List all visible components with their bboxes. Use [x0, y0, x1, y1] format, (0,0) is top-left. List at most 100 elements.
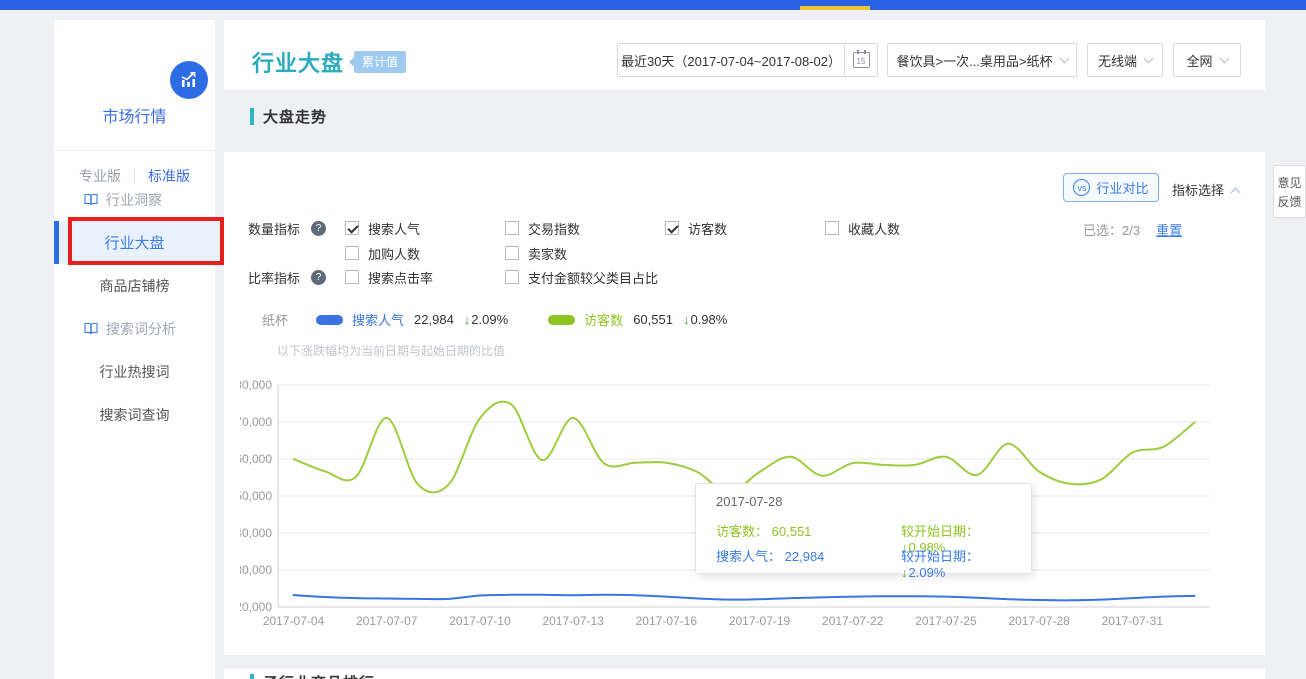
y-axis-label: 60,000	[240, 452, 272, 466]
checkbox-label: 支付金额较父类目占比	[528, 268, 658, 287]
metric-row-ratio: 比率指标 ? 搜索点击率 支付金额较父类目占比	[248, 269, 658, 285]
tooltip-date: 2017-07-28	[716, 494, 783, 509]
chevron-down-icon	[1059, 53, 1069, 63]
chart-tooltip: 2017-07-28 访客数： 60,551 较开始日期： ↓0.98% 搜索人…	[695, 483, 1032, 574]
sidebar-group-search-word-analysis[interactable]: 搜索词分析	[54, 307, 215, 350]
checkbox-icon	[505, 270, 519, 284]
section-header-trend: 大盘走势	[250, 106, 327, 127]
page-root: 市场行情 专业版 标准版 行业洞察 行业大盘 商品店铺榜	[0, 0, 1306, 679]
chevron-up-icon	[1231, 187, 1241, 197]
tooltip-compare-label: 较开始日期：	[901, 524, 979, 539]
chevron-down-icon	[1144, 53, 1154, 63]
top-nav-active-indicator	[800, 6, 870, 10]
checkbox-icon	[665, 221, 679, 235]
reset-link[interactable]: 重置	[1156, 220, 1182, 239]
terminal-selector[interactable]: 无线端	[1087, 43, 1163, 77]
next-section-panel: 子行业商品排行	[224, 669, 1265, 679]
sidebar-group-industry-insight[interactable]: 行业洞察	[54, 178, 215, 221]
calendar-button[interactable]: 15	[844, 43, 878, 77]
help-icon[interactable]: ?	[311, 270, 326, 285]
sidebar: 市场行情 专业版 标准版 行业洞察 行业大盘 商品店铺榜	[54, 20, 215, 679]
section-header-sub-industry: 子行业商品排行	[250, 672, 375, 679]
x-axis-label: 2017-07-04	[263, 614, 325, 628]
x-axis-label: 2017-07-07	[356, 614, 418, 628]
selected-count-text: 已选：2/3	[1083, 220, 1140, 239]
checkbox-icon	[505, 246, 519, 260]
category-selector[interactable]: 餐饮具>一次...桌用品>纸杯	[887, 43, 1077, 77]
feedback-label-line2: 反馈	[1274, 193, 1305, 212]
industry-compare-button[interactable]: vs 行业对比	[1063, 173, 1159, 202]
legend-category: 纸杯	[262, 310, 288, 329]
category-value: 餐饮具>一次...桌用品>纸杯	[896, 51, 1052, 70]
x-axis-label: 2017-07-13	[542, 614, 604, 628]
cumulative-value-badge: 累计值	[354, 51, 406, 73]
tooltip-compare-label: 较开始日期：	[901, 549, 979, 564]
y-axis-label: 20,000	[240, 600, 272, 614]
checkbox-label: 搜索人气	[368, 219, 420, 238]
trend-panel: vs 行业对比 指标选择 数量指标 ? 搜索人气 交易指数 访客数	[224, 152, 1265, 655]
chart-legend: 纸杯 搜索人气 22,984 ↓ 2.09% 访客数 60,551 ↓ 0.98…	[262, 310, 767, 329]
checkbox-add-cart[interactable]: 加购人数	[345, 244, 505, 263]
legend-series-name[interactable]: 访客数	[584, 310, 623, 329]
ratio-metrics-label: 比率指标	[248, 268, 307, 287]
compare-button-label: 行业对比	[1096, 178, 1148, 197]
checkbox-payment-ratio[interactable]: 支付金额较父类目占比	[505, 268, 658, 287]
quantity-metrics-label: 数量指标	[248, 219, 307, 238]
x-axis-label: 2017-07-28	[1008, 614, 1070, 628]
sidebar-item-search-word-query[interactable]: 搜索词查询	[54, 393, 215, 436]
vs-icon: vs	[1073, 179, 1090, 196]
sidebar-item-label: 行业洞察	[106, 190, 162, 210]
page-header: 行业大盘 累计值 最近30天（2017-07-04~2017-08-02） 15…	[224, 20, 1265, 90]
tooltip-value: 22,984	[785, 549, 825, 564]
checkbox-favorites[interactable]: 收藏人数	[825, 219, 985, 238]
down-arrow-icon: ↓	[464, 312, 471, 327]
checkbox-label: 搜索点击率	[368, 268, 433, 287]
sidebar-item-industry-overview[interactable]: 行业大盘	[54, 221, 215, 264]
tooltip-change: 2.09%	[909, 565, 946, 580]
network-selector[interactable]: 全网	[1173, 43, 1241, 77]
y-axis-label: 70,000	[240, 415, 272, 429]
top-nav-bar	[0, 0, 1306, 10]
section-title: 子行业商品排行	[263, 672, 375, 679]
sidebar-item-hot-search-words[interactable]: 行业热搜词	[54, 350, 215, 393]
legend-series-change: 2.09%	[471, 312, 508, 327]
x-axis-label: 2017-07-16	[636, 614, 698, 628]
checkbox-label: 交易指数	[528, 219, 580, 238]
metric-row-quantity-2: 加购人数 卖家数	[248, 245, 665, 261]
checkbox-label: 卖家数	[528, 244, 567, 263]
series-line-1	[294, 595, 1195, 601]
feedback-tab[interactable]: 意见 反馈	[1273, 165, 1306, 218]
sidebar-item-product-shop-ranking[interactable]: 商品店铺榜	[54, 264, 215, 307]
chevron-down-icon	[1219, 53, 1229, 63]
x-axis-label: 2017-07-19	[729, 614, 791, 628]
book-icon	[84, 193, 98, 206]
legend-pill-blue	[316, 315, 343, 325]
date-range-selector[interactable]: 最近30天（2017-07-04~2017-08-02）	[617, 43, 845, 77]
checkbox-search-popularity[interactable]: 搜索人气	[345, 219, 505, 238]
feedback-label-line1: 意见	[1274, 174, 1305, 193]
sidebar-item-label: 行业热搜词	[100, 362, 170, 382]
legend-pill-green	[548, 315, 575, 325]
checkbox-trade-index[interactable]: 交易指数	[505, 219, 665, 238]
y-axis-label: 40,000	[240, 526, 272, 540]
x-axis-label: 2017-07-25	[915, 614, 977, 628]
sidebar-nav: 行业洞察 行业大盘 商品店铺榜 搜索词分析 行业热搜词 搜索词查询	[54, 178, 215, 436]
checkbox-search-ctr[interactable]: 搜索点击率	[345, 268, 505, 287]
tooltip-row-visitors: 访客数： 60,551 较开始日期： ↓0.98%	[716, 521, 1016, 540]
checkbox-icon	[505, 221, 519, 235]
legend-series-name[interactable]: 搜索人气	[352, 310, 404, 329]
app-logo-trend-icon	[170, 61, 208, 99]
help-icon[interactable]: ?	[311, 221, 326, 236]
sidebar-item-label: 搜索词分析	[106, 319, 176, 339]
checkbox-icon	[825, 221, 839, 235]
y-axis-label: 80,000	[240, 378, 272, 392]
tooltip-value: 60,551	[772, 524, 812, 539]
metric-select-toggle[interactable]: 指标选择	[1172, 180, 1239, 199]
checkbox-icon	[345, 270, 359, 284]
legend-series-value: 22,984	[414, 312, 454, 327]
terminal-value: 无线端	[1098, 51, 1137, 70]
checkbox-sellers[interactable]: 卖家数	[505, 244, 665, 263]
checkbox-visitors[interactable]: 访客数	[665, 219, 825, 238]
section-accent-bar	[250, 674, 254, 679]
tooltip-label: 访客数：	[716, 524, 768, 539]
